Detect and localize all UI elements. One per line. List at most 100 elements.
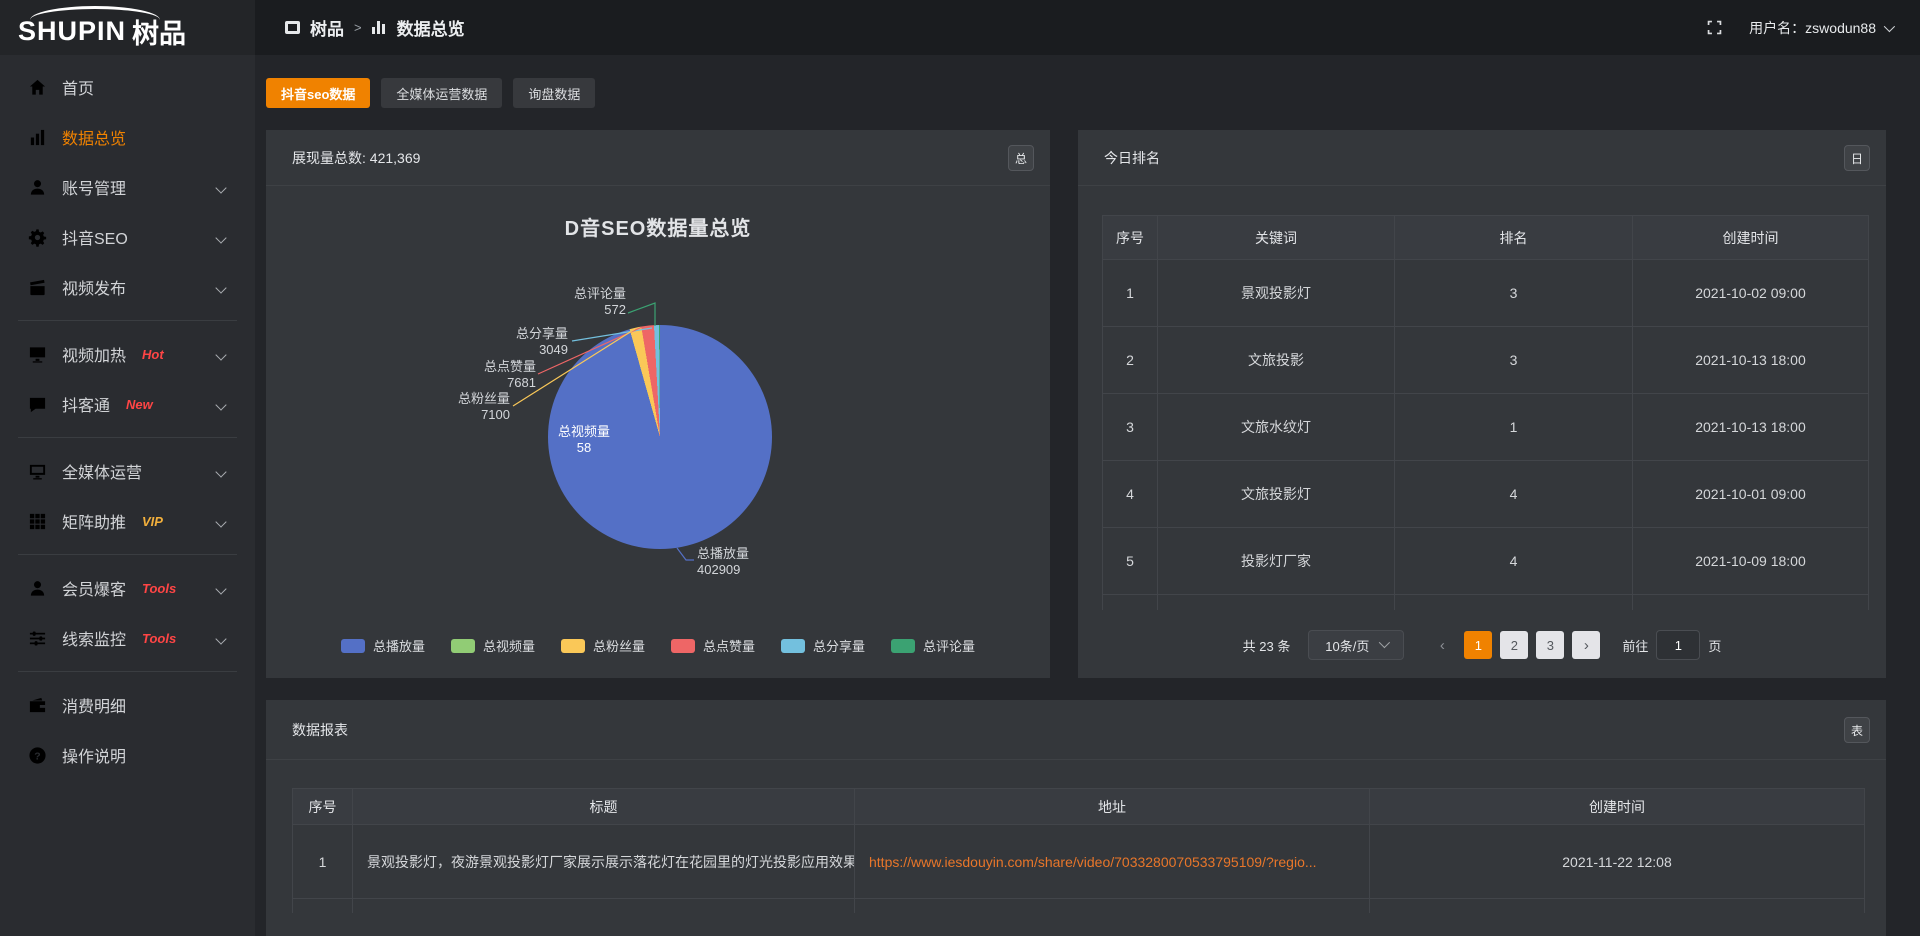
sidebar-item-label: 视频加热 bbox=[62, 342, 126, 366]
legend-item-6[interactable]: 总评论量 bbox=[891, 636, 975, 655]
sidebar-item-douyin-seo[interactable]: 抖音SEO bbox=[0, 212, 255, 262]
ranking-col-header: 关键词 bbox=[1158, 216, 1395, 260]
legend-item-2[interactable]: 总视频量 bbox=[451, 636, 535, 655]
data-report-panel: 数据报表 表 序号标题地址创建时间1景观投影灯，夜游景观投影灯厂家展示展示落花灯… bbox=[266, 700, 1886, 936]
ranking-stub-cell bbox=[1395, 595, 1633, 610]
legend-item-4[interactable]: 总点赞量 bbox=[671, 636, 755, 655]
report-link[interactable]: https://www.iesdouyin.com/share/video/70… bbox=[869, 854, 1317, 870]
sidebar-divider bbox=[18, 437, 237, 438]
sidebar-item-video-heat[interactable]: 视频加热 Hot bbox=[0, 329, 255, 379]
tab-media-ops-data[interactable]: 全媒体运营数据 bbox=[381, 78, 502, 108]
report-table: 序号标题地址创建时间1景观投影灯，夜游景观投影灯厂家展示展示落花灯在花园里的灯光… bbox=[292, 788, 1865, 913]
tab-douyin-seo-data[interactable]: 抖音seo数据 bbox=[266, 78, 370, 108]
sidebar-item-data-overview[interactable]: 数据总览 bbox=[0, 112, 255, 162]
sidebar-item-label: 首页 bbox=[62, 75, 94, 99]
pie-label-2: 总视频量58 bbox=[558, 424, 610, 456]
legend-swatch bbox=[561, 639, 585, 653]
sidebar-item-video-publish[interactable]: 视频发布 bbox=[0, 262, 255, 312]
ranking-cell-rank: 4 bbox=[1395, 461, 1633, 528]
legend-item-5[interactable]: 总分享量 bbox=[781, 636, 865, 655]
sidebar-item-icon bbox=[28, 278, 47, 297]
app-logo[interactable]: SHUPIN 树品 bbox=[0, 0, 255, 55]
sidebar-item-operation-guide[interactable]: 操作说明 bbox=[0, 730, 255, 780]
ranking-cell-time: 2021-10-01 09:00 bbox=[1633, 461, 1869, 528]
sidebar-item-label: 数据总览 bbox=[62, 125, 126, 149]
pie-label-6: 总评论量572 bbox=[574, 286, 626, 318]
sidebar-item-home[interactable]: 首页 bbox=[0, 62, 255, 112]
day-view-button[interactable]: 日 bbox=[1844, 145, 1870, 171]
chevron-down-icon bbox=[215, 282, 226, 293]
sidebar-item-label: 矩阵助推 bbox=[62, 509, 126, 533]
ranking-cell-time: 2021-10-09 18:00 bbox=[1633, 528, 1869, 595]
ranking-cell-index: 4 bbox=[1103, 461, 1158, 528]
sidebar-item-media-ops[interactable]: 全媒体运营 bbox=[0, 446, 255, 496]
sidebar-item-label: 视频发布 bbox=[62, 275, 126, 299]
sidebar-item-account-manage[interactable]: 账号管理 bbox=[0, 162, 255, 212]
ranking-cell-rank: 3 bbox=[1395, 260, 1633, 327]
chevron-down-icon bbox=[215, 349, 226, 360]
legend-swatch bbox=[781, 639, 805, 653]
logo-arc bbox=[30, 6, 160, 20]
page-size-select[interactable]: 10条/页 bbox=[1308, 630, 1404, 660]
sidebar-item-member-baoke[interactable]: 会员爆客 Tools bbox=[0, 563, 255, 613]
breadcrumb-root[interactable]: 树品 bbox=[310, 15, 344, 40]
sidebar-item-icon bbox=[28, 395, 47, 414]
page-buttons: 123 bbox=[1464, 631, 1564, 659]
ranking-col-header: 序号 bbox=[1103, 216, 1158, 260]
sidebar-item-consume-detail[interactable]: 消费明细 bbox=[0, 680, 255, 730]
ranking-stub-cell bbox=[1158, 595, 1395, 610]
chevron-down-icon bbox=[1884, 20, 1895, 31]
sidebar: SHUPIN 树品 首页 数据总览 账号管理 抖音SEO 视频发布 视频加热 H… bbox=[0, 0, 255, 936]
legend-swatch bbox=[451, 639, 475, 653]
sidebar-item-badge: Hot bbox=[142, 347, 164, 362]
sidebar-item-icon bbox=[28, 629, 47, 648]
legend-swatch bbox=[891, 639, 915, 653]
chart-panel-header: 展现量总数: 421,369 总 bbox=[266, 130, 1050, 186]
tab-inquiry-data[interactable]: 询盘数据 bbox=[513, 78, 595, 108]
user-menu[interactable]: 用户名：zswodun88 bbox=[1749, 18, 1892, 38]
ranking-col-header: 排名 bbox=[1395, 216, 1633, 260]
sidebar-item-badge: VIP bbox=[142, 514, 163, 529]
table-view-button[interactable]: 表 bbox=[1844, 717, 1870, 743]
ranking-panel-title: 今日排名 bbox=[1104, 148, 1160, 168]
pie-label-5: 总分享量3049 bbox=[516, 326, 568, 358]
page-button-1[interactable]: 1 bbox=[1464, 631, 1492, 659]
sidebar-item-icon bbox=[28, 178, 47, 197]
legend-swatch bbox=[341, 639, 365, 653]
legend-label: 总视频量 bbox=[483, 636, 535, 655]
report-col-header: 序号 bbox=[293, 789, 353, 825]
fullscreen-icon[interactable] bbox=[1706, 19, 1723, 36]
total-view-button[interactable]: 总 bbox=[1008, 145, 1034, 171]
sidebar-item-icon bbox=[28, 579, 47, 598]
next-page-button[interactable]: › bbox=[1572, 631, 1600, 659]
legend-item-1[interactable]: 总播放量 bbox=[341, 636, 425, 655]
page-button-2[interactable]: 2 bbox=[1500, 631, 1528, 659]
report-col-header: 地址 bbox=[855, 789, 1370, 825]
ranking-cell-keyword: 投影灯厂家 bbox=[1158, 528, 1395, 595]
sidebar-item-douketong[interactable]: 抖客通 New bbox=[0, 379, 255, 429]
ranking-cell-index: 2 bbox=[1103, 327, 1158, 394]
sidebar-item-label: 操作说明 bbox=[62, 743, 126, 767]
ranking-table: 序号关键词排名创建时间1景观投影灯32021-10-02 09:002文旅投影3… bbox=[1102, 215, 1869, 610]
sidebar-item-label: 消费明细 bbox=[62, 693, 126, 717]
sidebar-item-matrix-boost[interactable]: 矩阵助推 VIP bbox=[0, 496, 255, 546]
report-col-header: 创建时间 bbox=[1370, 789, 1865, 825]
page-button-3[interactable]: 3 bbox=[1536, 631, 1564, 659]
sidebar-item-badge: New bbox=[126, 397, 153, 412]
prev-page-button[interactable]: ‹ bbox=[1428, 631, 1456, 659]
pie-callout-lines bbox=[266, 186, 1050, 677]
data-tabs: 抖音seo数据全媒体运营数据询盘数据 bbox=[266, 78, 595, 108]
ranking-cell-keyword: 文旅投影 bbox=[1158, 327, 1395, 394]
legend-label: 总评论量 bbox=[923, 636, 975, 655]
report-stub-cell bbox=[293, 899, 353, 913]
legend-swatch bbox=[671, 639, 695, 653]
ranking-cell-index: 3 bbox=[1103, 394, 1158, 461]
legend-item-3[interactable]: 总粉丝量 bbox=[561, 636, 645, 655]
goto-page-input[interactable] bbox=[1656, 630, 1700, 660]
sidebar-item-badge: Tools bbox=[142, 581, 176, 596]
sidebar-item-clue-monitor[interactable]: 线索监控 Tools bbox=[0, 613, 255, 663]
sidebar-item-icon bbox=[28, 462, 47, 481]
report-stub-cell bbox=[855, 899, 1370, 913]
chevron-down-icon bbox=[215, 399, 226, 410]
app-root: 树品 > 数据总览 用户名：zswodun88 SHUPIN 树品 首页 bbox=[0, 0, 1920, 936]
